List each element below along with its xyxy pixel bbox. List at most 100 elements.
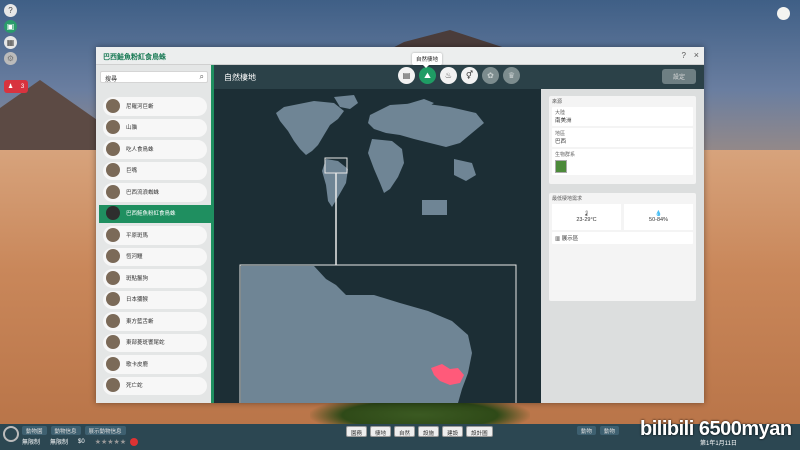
header-action-button[interactable]: 設定	[662, 69, 696, 84]
species-name: 東方藍舌蜥	[126, 318, 154, 325]
management-button[interactable]: 園務	[346, 426, 368, 437]
requirements-heading: 最低棲地需求	[552, 196, 583, 202]
species-name: 歌卡皮鹿	[126, 361, 149, 368]
continent-value: 南美洲	[555, 118, 572, 124]
species-name: 巴西流浪蜘蛛	[126, 189, 160, 196]
tab-tooltip: 自然棲地	[412, 53, 443, 68]
origin-card: 來源 大陸 南美洲 地區 巴西 生物群系	[549, 96, 696, 184]
region-box: 地區 巴西	[552, 128, 693, 147]
species-sidebar: 搜尋 ⌕ 尼羅河巨蜥山貓吃人食鳥蛛巨嘴巴西流浪蜘蛛巴西鮭魚粉紅食鳥蛛平原斑馬恆河…	[96, 65, 214, 403]
species-name: 巨嘴	[126, 168, 138, 175]
species-item[interactable]: 東部菱斑響尾蛇	[99, 332, 211, 354]
habitat-requirements-card: 最低棲地需求 🌡 23-29°C 💧 50-84% ▥ 展示區	[549, 193, 696, 301]
paw-icon: ✿	[487, 71, 494, 80]
zoo-button[interactable]: 動物園	[22, 426, 47, 435]
tab-social[interactable]: ⚥	[461, 67, 478, 84]
animals-button-2[interactable]: 動物	[600, 426, 620, 435]
alert-badge[interactable]: ♟ 3	[4, 80, 28, 93]
species-item[interactable]: 斑點鬣狗	[99, 267, 211, 289]
search-input[interactable]: 搜尋 ⌕	[100, 71, 208, 83]
species-name: 山貓	[126, 125, 138, 132]
tab-habitat[interactable]: ⛰	[419, 67, 436, 84]
close-button[interactable]: ×	[694, 50, 699, 60]
species-portrait	[106, 227, 120, 242]
panel-title: 巴西鮭魚粉紅食鳥蛛	[103, 54, 166, 61]
continent-box: 大陸 南美洲	[552, 107, 693, 126]
species-portrait	[106, 313, 120, 328]
species-item[interactable]: 恆河鱷	[99, 246, 211, 268]
tab-trophy[interactable]: ♛	[503, 67, 520, 84]
menu-orb[interactable]	[3, 426, 19, 442]
tab-enrichment[interactable]: ✿	[482, 67, 499, 84]
species-item[interactable]: 歌卡皮鹿	[99, 353, 211, 375]
species-name: 死亡蛇	[126, 383, 143, 390]
trophy-icon: ♛	[507, 71, 516, 80]
humidity-box: 💧 50-84%	[624, 204, 693, 230]
calendar-icon[interactable]: ▦	[4, 36, 17, 49]
animals-button-1[interactable]: 動物	[577, 426, 597, 435]
species-name: 平原斑馬	[126, 232, 149, 239]
species-list: 尼羅河巨蜥山貓吃人食鳥蛛巨嘴巴西流浪蜘蛛巴西鮭魚粉紅食鳥蛛平原斑馬恆河鱷斑點鬣狗…	[99, 95, 211, 396]
exhibit-icon: ▥	[555, 236, 561, 242]
hud-right: 動物 動物	[577, 426, 623, 435]
exhibit-info-button[interactable]: 展示動物信息	[84, 426, 126, 435]
biome-label: 生物群系	[555, 152, 576, 158]
world-landmass	[276, 95, 484, 207]
species-name: 尼羅河巨蜥	[126, 103, 154, 110]
species-item[interactable]: 巴西流浪蜘蛛	[99, 181, 211, 203]
nature-button[interactable]: 自然	[394, 426, 416, 437]
limit-2: 無限制	[50, 440, 69, 446]
tropical-biome-icon[interactable]	[555, 160, 567, 173]
species-item[interactable]: 日本獼猴	[99, 289, 211, 311]
continent-label: 大陸	[555, 110, 566, 116]
info-sidebar: 來源 大陸 南美洲 地區 巴西 生物群系 最低棲地需求 🌡 23-29°C 💧 …	[541, 89, 704, 403]
species-item[interactable]: 尼羅河巨蜥	[99, 95, 211, 117]
tab-overview[interactable]: ▤	[398, 67, 415, 84]
species-name: 恆河鱷	[126, 254, 143, 261]
watermark: bilibili 6500myan	[640, 418, 792, 440]
species-item[interactable]: 死亡蛇	[99, 375, 211, 397]
search-text: 搜尋	[105, 77, 118, 83]
hud-top-row: 動物園 動物信息 展示動物信息	[22, 426, 130, 435]
species-item[interactable]: 平原斑馬	[99, 224, 211, 246]
food-icon: ♨	[444, 71, 453, 80]
world-map	[239, 95, 517, 403]
species-name: 吃人食鳥蛛	[126, 146, 154, 153]
search-icon[interactable]: ⌕	[200, 72, 204, 82]
animal-info-button[interactable]: 動物信息	[50, 426, 81, 435]
left-toolbar: ? ▣ ▦ ⚙	[4, 4, 18, 68]
help-icon[interactable]: ?	[4, 4, 17, 17]
build-toolbar: 園務 棲地 自然 設施 建設 設計圖	[346, 426, 496, 437]
species-item[interactable]: 巴西鮭魚粉紅食鳥蛛	[99, 203, 211, 225]
species-portrait	[106, 270, 120, 285]
species-portrait	[106, 356, 120, 371]
limit-1: 無限制	[22, 440, 41, 446]
habitat-button[interactable]: 棲地	[370, 426, 392, 437]
species-item[interactable]: 巨嘴	[99, 160, 211, 182]
alert-icon[interactable]	[130, 437, 139, 446]
species-item[interactable]: 吃人食鳥蛛	[99, 138, 211, 160]
facilities-button[interactable]: 設施	[418, 426, 440, 437]
exhibit-box: ▥ 展示區	[552, 232, 693, 244]
species-name: 日本獼猴	[126, 297, 149, 304]
biome-box: 生物群系	[552, 149, 693, 175]
tab-food[interactable]: ♨	[440, 67, 457, 84]
settings-icon[interactable]: ⚙	[4, 52, 17, 65]
species-item[interactable]: 東方藍舌蜥	[99, 310, 211, 332]
species-item[interactable]: 山貓	[99, 117, 211, 139]
panel-header: 巴西鮭魚粉紅食鳥蛛 ? ×	[96, 47, 704, 65]
info-tabs: ▤ ⛰ ♨ ⚥ ✿ ♛	[398, 67, 524, 87]
animal-info-panel: 巴西鮭魚粉紅食鳥蛛 ? × 搜尋 ⌕ 尼羅河巨蜥 山貓 吃人食鳥蛛 巨嘴 巴西流浪蜘蛛巴…	[96, 47, 704, 403]
main-title: 自然棲地	[224, 73, 256, 82]
region-value: 巴西	[555, 139, 567, 145]
blueprint-button[interactable]: 設計圖	[466, 426, 493, 437]
zoo-icon[interactable]: ▣	[4, 20, 17, 33]
habitat-icon: ⛰	[424, 70, 431, 80]
humidity-value: 50-84%	[649, 217, 668, 223]
hud-bottom-row: 無限制 無限制 $0 ★★★★★	[22, 437, 139, 446]
env-row: 🌡 23-29°C 💧 50-84%	[552, 204, 693, 230]
species-portrait	[106, 184, 120, 199]
construction-button[interactable]: 建設	[442, 426, 464, 437]
help-button[interactable]: ?	[682, 51, 686, 60]
temperature-value: 23-29°C	[576, 217, 597, 223]
